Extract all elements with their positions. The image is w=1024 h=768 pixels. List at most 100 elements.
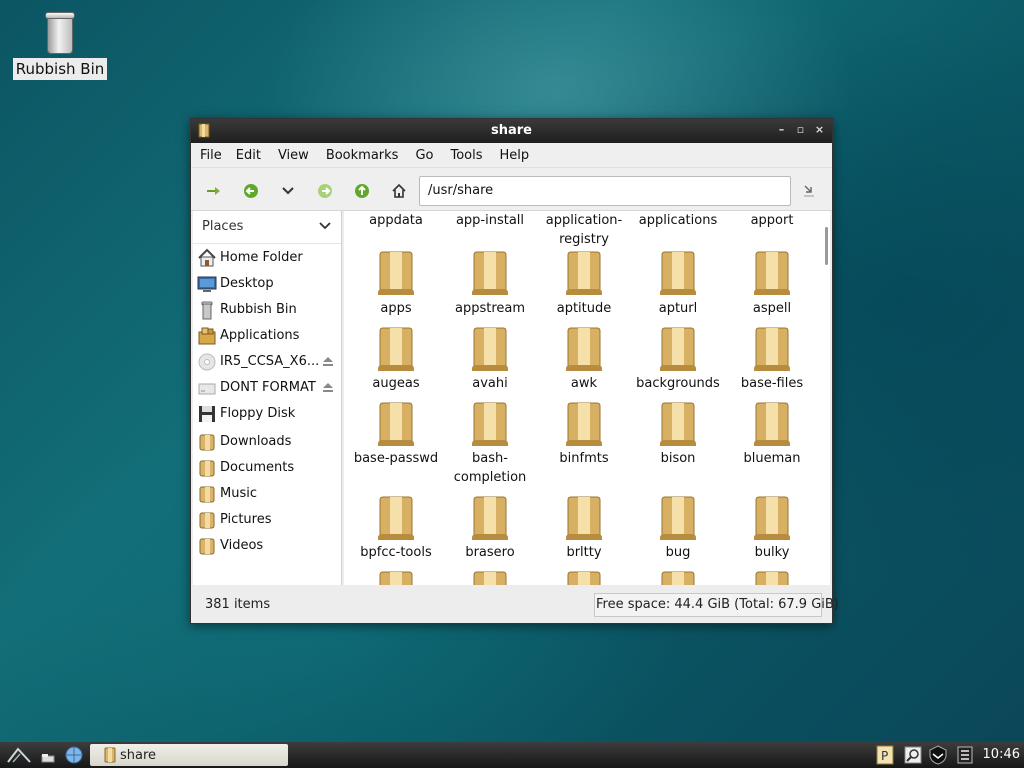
file-item-partial[interactable]: [348, 569, 444, 585]
sidebar-item-downloads[interactable]: Downloads: [193, 430, 341, 454]
file-name: bug: [665, 545, 691, 560]
folder-icon: [473, 571, 507, 585]
file-item[interactable]: avahi: [442, 325, 538, 393]
file-item-partial[interactable]: [536, 569, 632, 585]
file-item[interactable]: base-passwd: [348, 400, 444, 468]
file-name: brltty: [566, 545, 602, 560]
file-name: blueman: [743, 451, 801, 466]
window-titlebar[interactable]: share – ▫ ×: [191, 119, 832, 143]
menubar: File Edit View Bookmarks Go Tools Help: [191, 143, 832, 168]
search-icon[interactable]: [904, 745, 922, 765]
file-name: bpfcc-tools: [360, 545, 432, 560]
file-item[interactable]: augeas: [348, 325, 444, 393]
maximize-button[interactable]: ▫: [794, 122, 807, 138]
file-item-partial[interactable]: [630, 569, 726, 585]
file-item[interactable]: applications: [630, 211, 726, 230]
new-tab-button[interactable]: [203, 180, 225, 202]
file-name: aptitude: [556, 301, 612, 316]
sidebar-item-videos[interactable]: Videos: [193, 534, 341, 558]
sidebar-item-pictures[interactable]: Pictures: [193, 508, 341, 532]
scrollbar-thumb[interactable]: [825, 227, 828, 265]
file-item[interactable]: bison: [630, 400, 726, 468]
file-item[interactable]: bug: [630, 494, 726, 562]
file-item-partial[interactable]: [442, 569, 538, 585]
folder-icon: [472, 402, 508, 446]
clipboard-icon[interactable]: P: [876, 745, 894, 765]
close-button[interactable]: ×: [813, 122, 826, 138]
home-button[interactable]: [388, 180, 410, 202]
sidebar-item-dont-format[interactable]: DONT FORMAT: [193, 376, 341, 400]
file-item[interactable]: apturl: [630, 249, 726, 318]
desktop-rubbish-bin[interactable]: Rubbish Bin: [12, 12, 108, 80]
sidebar-item-ir5-ccsa[interactable]: IR5_CCSA_X6...: [193, 350, 341, 374]
menu-go[interactable]: Go: [415, 148, 442, 163]
item-count: 381 items: [205, 597, 271, 612]
file-item[interactable]: bulky: [724, 494, 820, 562]
file-item[interactable]: application-registry: [536, 211, 632, 249]
shield-icon[interactable]: [928, 745, 948, 765]
history-dropdown-button[interactable]: [277, 180, 299, 202]
menu-bookmarks[interactable]: Bookmarks: [326, 148, 408, 163]
menu-help[interactable]: Help: [500, 148, 539, 163]
sidebar-item-music[interactable]: Music: [193, 482, 341, 506]
start-menu-icon[interactable]: [6, 746, 32, 764]
file-item[interactable]: backgrounds: [630, 325, 726, 393]
show-desktop-icon[interactable]: [40, 746, 56, 764]
file-item[interactable]: binfmts: [536, 400, 632, 468]
go-button[interactable]: [798, 180, 820, 202]
menu-view[interactable]: View: [278, 148, 318, 163]
battery-icon[interactable]: [956, 745, 974, 765]
file-item[interactable]: bpfcc-tools: [348, 494, 444, 562]
file-item[interactable]: apps: [348, 249, 444, 318]
file-item[interactable]: brltty: [536, 494, 632, 562]
places-header[interactable]: Places: [193, 211, 341, 244]
minimize-button[interactable]: –: [775, 122, 788, 138]
file-name: base-files: [740, 376, 804, 391]
places-sidebar: Places Home Folder Desktop Rubbish Bin A…: [193, 211, 342, 585]
file-item[interactable]: blueman: [724, 400, 820, 468]
sidebar-item-documents[interactable]: Documents: [193, 456, 341, 480]
file-name: bulky: [754, 545, 790, 560]
sidebar-item-desktop[interactable]: Desktop: [193, 272, 341, 296]
file-item[interactable]: appdata: [348, 211, 444, 230]
folder-icon: [566, 402, 602, 446]
back-button[interactable]: [240, 180, 262, 202]
menu-tools[interactable]: Tools: [450, 148, 491, 163]
file-grid[interactable]: appdata app-install application-registry ap…: [344, 211, 830, 585]
file-item[interactable]: apport: [724, 211, 820, 230]
file-item[interactable]: aspell: [724, 249, 820, 318]
browser-icon[interactable]: [64, 746, 84, 764]
folder-icon: [566, 327, 602, 371]
folder-icon: [199, 434, 215, 451]
file-name: backgrounds: [636, 376, 720, 391]
folder-icon: [567, 571, 601, 585]
file-item[interactable]: aptitude: [536, 249, 632, 318]
file-name: brasero: [465, 545, 515, 560]
address-bar[interactable]: /usr/share: [419, 176, 791, 206]
file-item[interactable]: app-install: [442, 211, 538, 230]
forward-button[interactable]: [314, 180, 336, 202]
sidebar-item-rubbish-bin[interactable]: Rubbish Bin: [193, 298, 341, 322]
vertical-scrollbar[interactable]: [824, 217, 829, 577]
up-button[interactable]: [351, 180, 373, 202]
file-item[interactable]: base-files: [724, 325, 820, 393]
task-button-label: share: [120, 748, 157, 763]
file-item[interactable]: bash-completion: [442, 400, 538, 487]
eject-icon[interactable]: [321, 355, 335, 367]
task-button-share[interactable]: share: [90, 744, 288, 766]
file-item[interactable]: brasero: [442, 494, 538, 562]
file-item[interactable]: appstream: [442, 249, 538, 318]
eject-icon[interactable]: [321, 381, 335, 393]
file-item-partial[interactable]: [724, 569, 820, 585]
menu-edit[interactable]: Edit: [236, 148, 270, 163]
clock[interactable]: 10:46: [983, 747, 1020, 762]
floppy-icon: [199, 406, 215, 422]
file-name: bash-completion: [453, 451, 527, 485]
file-name: avahi: [472, 376, 508, 391]
sidebar-item-floppy-disk[interactable]: Floppy Disk: [193, 402, 341, 426]
sidebar-item-applications[interactable]: Applications: [193, 324, 341, 348]
file-item[interactable]: awk: [536, 325, 632, 393]
sidebar-item-home-folder[interactable]: Home Folder: [193, 246, 341, 270]
menu-file[interactable]: File: [200, 148, 231, 163]
folder-icon: [472, 496, 508, 540]
